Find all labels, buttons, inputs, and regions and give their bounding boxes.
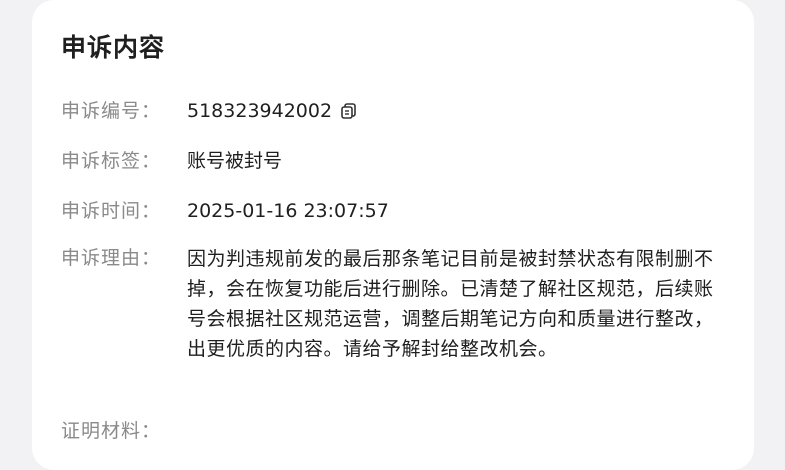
appeal-time-label: 申诉时间： [61,200,162,222]
card-title: 申诉内容 [61,33,166,62]
appeal-time-value: 2025-01-16 23:07:57 [187,200,389,222]
copy-icon[interactable] [340,100,358,119]
appeal-reason-label: 申诉理由： [61,247,162,269]
appeal-id-text: 518323942002 [187,100,333,122]
appeal-id-label: 申诉编号： [61,100,162,122]
appeal-tag-value: 账号被封号 [187,150,283,172]
appeal-tag-label: 申诉标签： [61,150,162,172]
evidence-label: 证明材料： [61,420,162,442]
appeal-tag-row: 申诉标签： 账号被封号 [61,147,282,175]
appeal-content-card: 申诉内容 申诉编号： 518323942002 申诉标签： 账号被封号 申诉时间… [32,0,754,470]
appeal-time-row: 申诉时间： 2025-01-16 23:07:57 [61,197,389,225]
evidence-row: 证明材料： [61,417,187,445]
appeal-reason-row: 申诉理由： 因为判违规前发的最后那条笔记目前是被封禁状态有限制删不掉，会在恢复功… [61,244,727,364]
appeal-reason-value: 因为判违规前发的最后那条笔记目前是被封禁状态有限制删不掉，会在恢复功能后进行删除… [187,248,714,360]
appeal-id-value: 518323942002 [187,97,358,125]
appeal-id-row: 申诉编号： 518323942002 [61,97,358,125]
